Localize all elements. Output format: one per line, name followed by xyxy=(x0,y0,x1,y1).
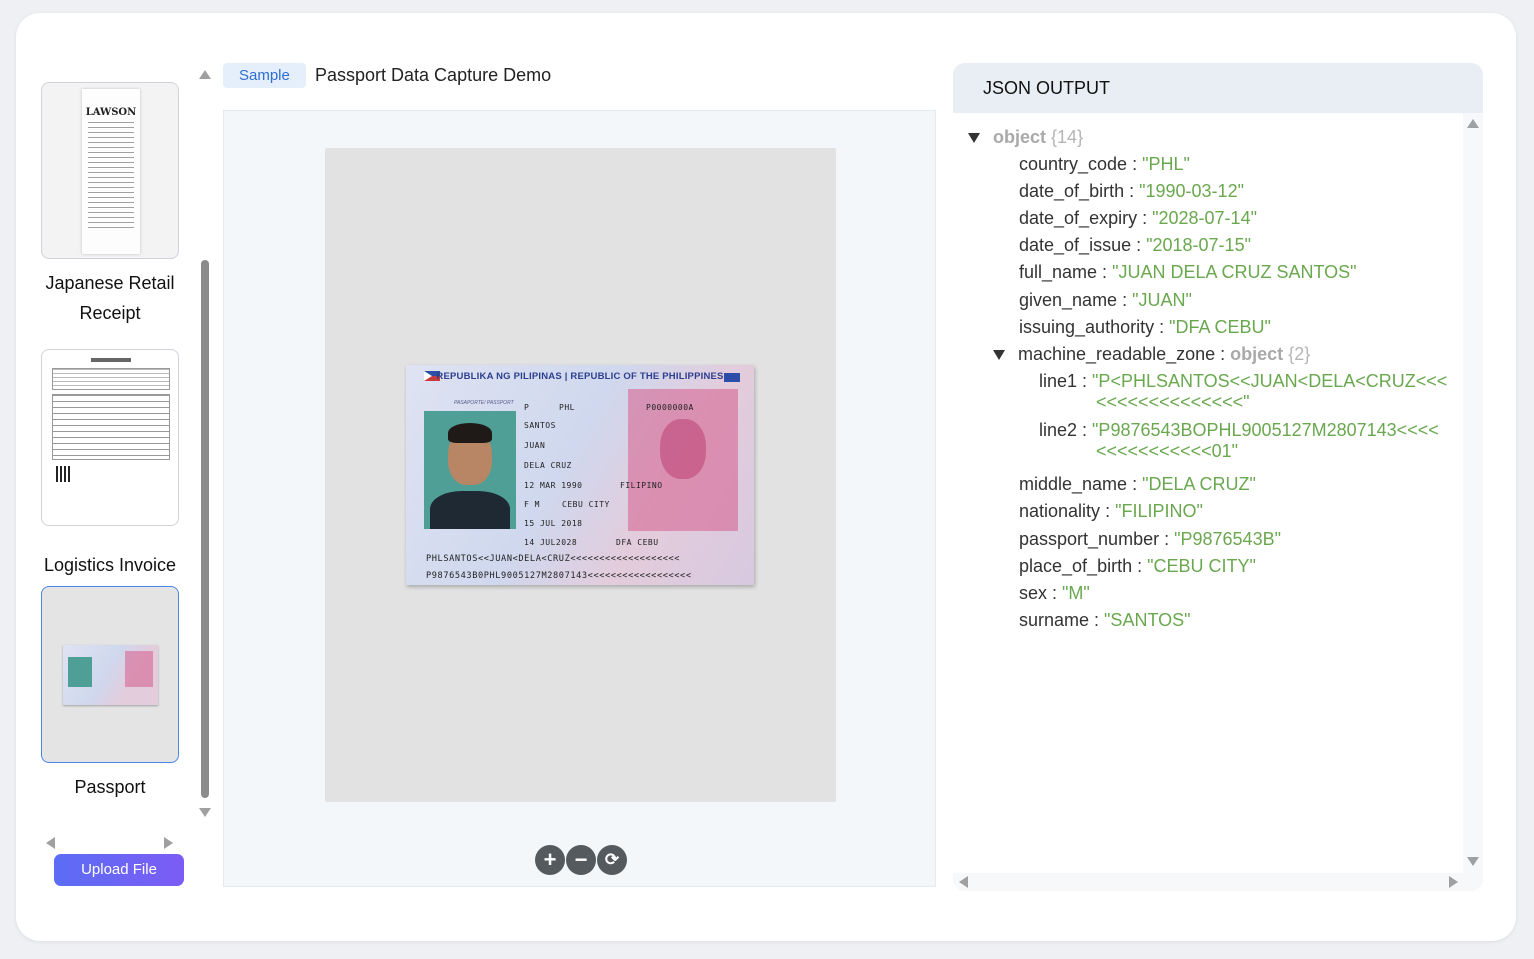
json-output-title: JSON OUTPUT xyxy=(953,63,1483,113)
pp-nationality: FILIPINO xyxy=(620,481,663,490)
json-hscroll[interactable] xyxy=(953,873,1483,891)
document-viewer[interactable]: REPUBLIKA NG PILIPINAS | REPUBLIC OF THE… xyxy=(223,110,936,887)
zoom-in-button[interactable]: + xyxy=(535,845,565,875)
passport-header: REPUBLIKA NG PILIPINAS | REPUBLIC OF THE… xyxy=(436,371,724,382)
scroll-up-icon[interactable] xyxy=(199,70,211,79)
ghost-face xyxy=(660,419,706,479)
json-row: line1 : "P<PHLSANTOS<<JUAN<DELA<CRUZ<<< xyxy=(1039,371,1448,391)
json-scroll-down-icon[interactable] xyxy=(1467,857,1479,866)
scroll-down-icon[interactable] xyxy=(199,808,211,817)
sample-thumb-receipt[interactable]: LAWSON xyxy=(41,82,179,259)
upload-file-button[interactable]: Upload File xyxy=(54,854,184,886)
json-row: nationality : "FILIPINO" xyxy=(1019,501,1203,521)
json-scroll-up-icon[interactable] xyxy=(1467,119,1479,128)
passport-mini-photo xyxy=(68,657,92,687)
passport-image: REPUBLIKA NG PILIPINAS | REPUBLIC OF THE… xyxy=(406,365,754,585)
json-row: sex : "M" xyxy=(1019,583,1090,603)
zoom-out-button[interactable]: − xyxy=(566,845,596,875)
passport-mini-ghost xyxy=(125,651,153,687)
chip-icon xyxy=(724,373,740,382)
pp-number: P0000000A xyxy=(646,403,694,412)
invoice-title-line xyxy=(91,358,131,362)
sample-list-vscroll[interactable] xyxy=(198,68,212,823)
json-row-continuation: <<<<<<<<<<<01" xyxy=(1096,441,1239,461)
json-row: issuing_authority : "DFA CEBU" xyxy=(1019,317,1271,337)
sample-tag: Sample xyxy=(223,63,306,88)
scroll-right-icon[interactable] xyxy=(164,837,173,849)
pp-type: P xyxy=(524,403,530,412)
json-row: full_name : "JUAN DELA CRUZ SANTOS" xyxy=(1019,262,1357,282)
sample-label-passport[interactable]: Passport xyxy=(36,772,184,802)
qr-code-icon xyxy=(56,466,72,482)
pp-pob: CEBU CITY xyxy=(562,500,610,509)
json-mrz-row[interactable]: machine_readable_zone : object {2} xyxy=(1018,343,1310,365)
receipt-brand: LAWSON xyxy=(85,107,137,118)
pp-dob: 12 MAR 1990 xyxy=(524,481,583,490)
reset-rotate-button[interactable]: ⟳ xyxy=(597,845,627,875)
pp-code: PHL xyxy=(559,403,575,412)
json-tree[interactable]: object {14} country_code : "PHL" date_of… xyxy=(953,113,1463,873)
json-row: date_of_issue : "2018-07-15" xyxy=(1019,235,1251,255)
json-row: date_of_birth : "1990-03-12" xyxy=(1019,181,1244,201)
sample-list-viewport: LAWSON Japanese Retail Receipt Logistics… xyxy=(36,68,191,823)
invoice-header-box xyxy=(52,368,170,390)
scroll-left-icon[interactable] xyxy=(46,837,55,849)
pp-authority: DFA CEBU xyxy=(616,538,659,547)
json-row: place_of_birth : "CEBU CITY" xyxy=(1019,556,1256,576)
json-output-panel: JSON OUTPUT object {14} country_code : "… xyxy=(953,63,1483,891)
sample-label-receipt[interactable]: Japanese Retail Receipt xyxy=(36,268,184,328)
sample-thumb-passport[interactable] xyxy=(41,586,179,763)
passport-mini xyxy=(63,645,158,705)
json-row-continuation: <<<<<<<<<<<<<<" xyxy=(1096,392,1250,412)
json-row: middle_name : "DELA CRUZ" xyxy=(1019,474,1256,494)
sample-label-invoice[interactable]: Logistics Invoice xyxy=(36,550,184,580)
json-scroll-right-icon[interactable] xyxy=(1449,876,1458,888)
invoice-paper xyxy=(52,356,170,521)
invoice-table xyxy=(52,394,170,460)
pp-issue: 15 JUL 2018 xyxy=(524,519,583,528)
receipt-lines xyxy=(88,122,134,232)
pp-type-label: PASAPORTE/ PASSPORT xyxy=(454,400,514,406)
pp-mrz-line1: PHLSANTOS<<JUAN<DELA<CRUZ<<<<<<<<<<<<<<<… xyxy=(426,554,681,564)
receipt-paper: LAWSON xyxy=(82,89,140,254)
json-row: country_code : "PHL" xyxy=(1019,154,1190,174)
pp-surname: SANTOS xyxy=(524,421,556,430)
pp-mrz-line2: P9876543B0PHL9005127M2807143<<<<<<<<<<<<… xyxy=(426,571,692,581)
json-row: surname : "SANTOS" xyxy=(1019,610,1191,630)
scroll-thumb[interactable] xyxy=(201,260,209,798)
sample-thumb-invoice[interactable] xyxy=(41,349,179,526)
pp-sex: F M xyxy=(524,500,540,509)
collapse-root-icon[interactable] xyxy=(968,133,980,143)
page-title: Passport Data Capture Demo xyxy=(315,65,552,85)
json-row: given_name : "JUAN" xyxy=(1019,290,1192,310)
pp-middle: DELA CRUZ xyxy=(524,461,572,470)
document-page: REPUBLIKA NG PILIPINAS | REPUBLIC OF THE… xyxy=(325,148,836,802)
collapse-mrz-icon[interactable] xyxy=(993,350,1005,360)
json-vscroll[interactable] xyxy=(1463,113,1483,873)
sample-list: LAWSON Japanese Retail Receipt Logistics… xyxy=(36,68,216,849)
pp-expiry: 14 JUL2028 xyxy=(524,538,578,547)
json-row: passport_number : "P9876543B" xyxy=(1019,529,1281,549)
app-card: LAWSON Japanese Retail Receipt Logistics… xyxy=(16,13,1516,941)
sample-list-hscroll[interactable] xyxy=(36,833,201,853)
photo-body xyxy=(430,491,510,529)
json-row: date_of_expiry : "2028-07-14" xyxy=(1019,208,1257,228)
pp-given: JUAN xyxy=(524,441,546,450)
json-root-row[interactable]: object {14} xyxy=(993,126,1083,148)
json-scroll-left-icon[interactable] xyxy=(959,876,968,888)
json-row: line2 : "P9876543BOPHL9005127M2807143<<<… xyxy=(1039,420,1439,440)
photo-hair xyxy=(448,423,492,443)
passport-photo xyxy=(424,411,516,529)
